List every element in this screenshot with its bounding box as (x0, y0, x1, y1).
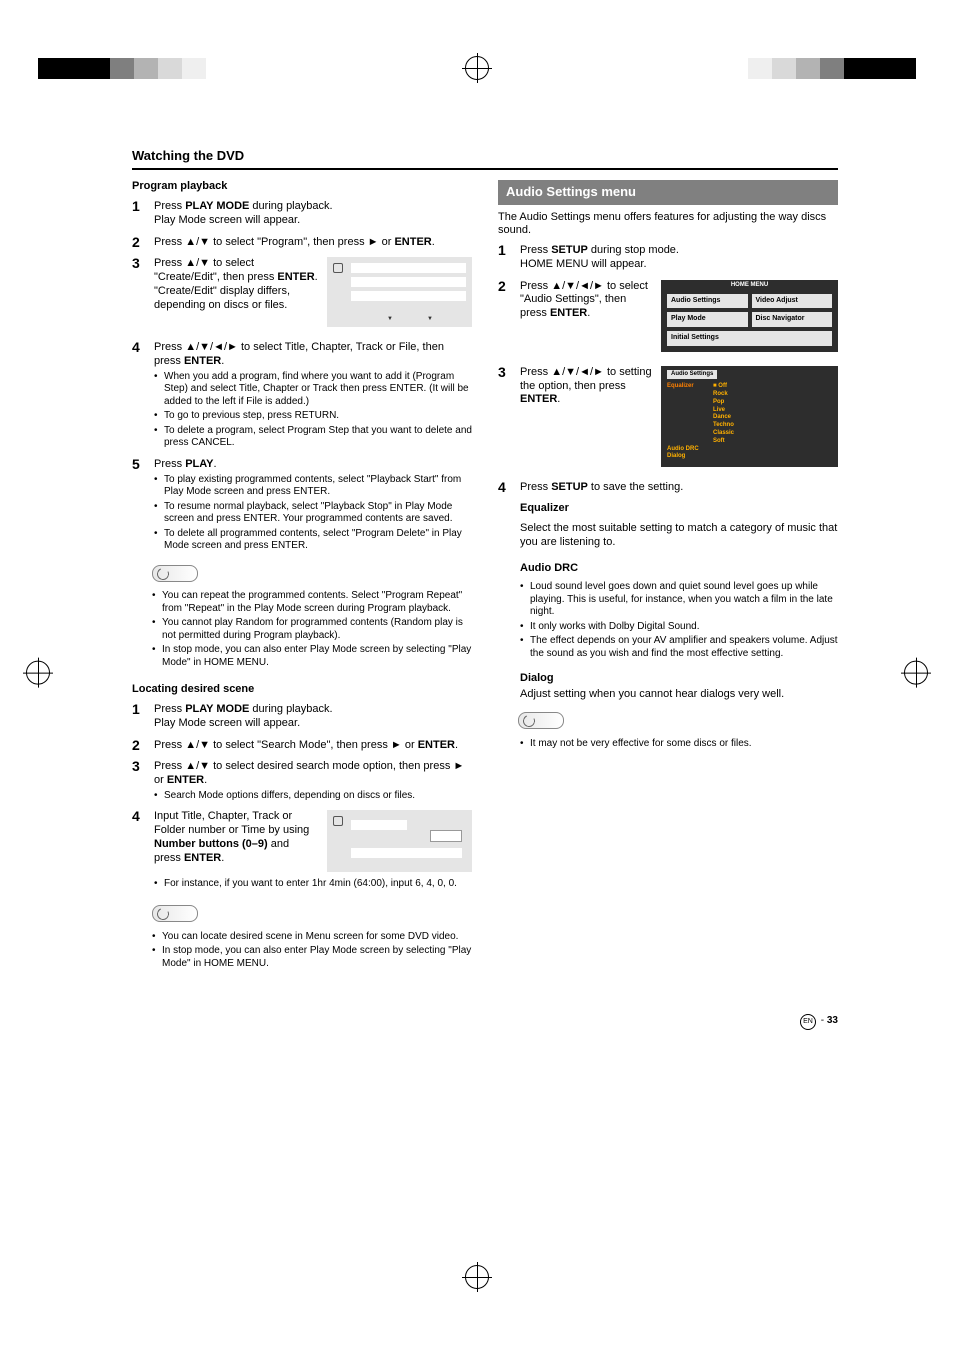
step-sub: HOME MENU will appear. (520, 258, 647, 270)
locating-steps: 1 Press PLAY MODE during playback. Play … (132, 703, 472, 893)
step-text: Press ▲/▼/◄/► to select "Audio Settings"… (520, 280, 648, 320)
registration-mark-icon (465, 1265, 489, 1294)
dialog-body: Adjust setting when you cannot hear dial… (520, 688, 838, 702)
bullet: When you add a program, find where you w… (154, 371, 472, 409)
audio-steps: 1 Press SETUP during stop mode. HOME MEN… (498, 244, 838, 494)
note-icon (518, 712, 564, 729)
bullet: Loud sound level goes down and quiet sou… (520, 581, 838, 619)
audio-drc-bullets: Loud sound level goes down and quiet sou… (520, 581, 838, 660)
osd-search-illustration (327, 810, 472, 872)
osd-create-edit-illustration: ▼ ▼ (327, 257, 472, 327)
step-number: 5 (132, 456, 140, 474)
step-text: Press ▲/▼/◄/► to setting the option, the… (520, 366, 652, 406)
note: In stop mode, you can also enter Play Mo… (152, 644, 472, 669)
audio-label-drc: Audio DRC (667, 446, 713, 454)
step-text: Press ▲/▼ to select "Program", then pres… (154, 236, 435, 248)
right-column: Audio Settings menu The Audio Settings m… (498, 180, 838, 972)
locating-notes: You can locate desired scene in Menu scr… (152, 931, 472, 971)
step-sub: Play Mode screen will appear. (154, 717, 300, 729)
step-number: 2 (132, 234, 140, 252)
left-column: Program playback 1 Press PLAY MODE durin… (132, 180, 472, 972)
step-text: Press ▲/▼ to select desired search mode … (154, 760, 464, 786)
step-number: 3 (498, 364, 506, 382)
bullet: Search Mode options differs, depending o… (154, 790, 472, 803)
step-bullets: When you add a program, find where you w… (154, 371, 472, 450)
step-text: Input Title, Chapter, Track or Folder nu… (154, 810, 309, 863)
bullet: To play existing programmed contents, se… (154, 474, 472, 499)
divider (132, 168, 838, 170)
step-number: 2 (498, 278, 506, 296)
note: In stop mode, you can also enter Play Mo… (152, 945, 472, 970)
program-notes: You can repeat the programmed contents. … (152, 590, 472, 669)
dialog-heading: Dialog (520, 672, 838, 686)
home-menu-osd: HOME MENU Audio Settings Video Adjust Pl… (661, 280, 838, 352)
step-bullets: To play existing programmed contents, se… (154, 474, 472, 553)
note-icon (152, 565, 198, 582)
step-text: Press PLAY. (154, 458, 217, 470)
page-number: EN - 33 (800, 1014, 838, 1030)
lang-badge: EN (800, 1014, 816, 1030)
home-menu-audio-settings: Audio Settings (667, 294, 748, 309)
home-menu-initial-settings: Initial Settings (667, 331, 832, 346)
note-icon (152, 905, 198, 922)
step-number: 1 (498, 242, 506, 260)
bullet: To resume normal playback, select "Playb… (154, 501, 472, 526)
audio-settings-title: Audio Settings menu (498, 180, 838, 204)
step-number: 4 (498, 479, 506, 497)
crop-marks-top-left (38, 58, 206, 79)
step-text: Press SETUP to save the setting. (520, 481, 683, 493)
audio-intro: The Audio Settings menu offers features … (498, 211, 838, 239)
step-text: Press PLAY MODE during playback. (154, 200, 333, 212)
step-sub: Play Mode screen will appear. (154, 214, 300, 226)
dialog-note: It may not be very effective for some di… (520, 738, 838, 751)
audio-panel-title: Audio Settings (667, 370, 717, 380)
step-text: Press ▲/▼ to select "Search Mode", then … (154, 739, 458, 751)
home-menu-disc-navigator: Disc Navigator (752, 312, 833, 327)
step-number: 1 (132, 701, 140, 719)
equalizer-body: Select the most suitable setting to matc… (520, 522, 838, 550)
step-number: 4 (132, 339, 140, 357)
note: You cannot play Random for programmed co… (152, 617, 472, 642)
equalizer-heading: Equalizer (520, 502, 838, 516)
step-number: 3 (132, 758, 140, 776)
home-menu-video-adjust: Video Adjust (752, 294, 833, 309)
bullet: For instance, if you want to enter 1hr 4… (154, 878, 472, 891)
bullet: To go to previous step, press RETURN. (154, 410, 472, 423)
home-menu-title: HOME MENU (731, 282, 768, 290)
step-number: 4 (132, 808, 140, 826)
note: You can repeat the programmed contents. … (152, 590, 472, 615)
step-number: 3 (132, 255, 140, 273)
step-number: 2 (132, 737, 140, 755)
program-playback-heading: Program playback (132, 180, 472, 194)
bullet: It only works with Dolby Digital Sound. (520, 621, 838, 634)
step-number: 1 (132, 198, 140, 216)
locating-heading: Locating desired scene (132, 683, 472, 697)
registration-mark-icon (904, 661, 928, 690)
bullet: To delete a program, select Program Step… (154, 425, 472, 450)
audio-label-equalizer: Equalizer (667, 383, 713, 445)
step-bullets: Search Mode options differs, depending o… (154, 790, 472, 803)
crop-marks-top-right (748, 58, 916, 79)
bullet: To delete all programmed contents, selec… (154, 528, 472, 553)
step-text: Press SETUP during stop mode. (520, 244, 679, 256)
page-content: Watching the DVD Program playback 1 Pres… (132, 148, 838, 972)
note: You can locate desired scene in Menu scr… (152, 931, 472, 944)
audio-label-dialog: Dialog (667, 453, 713, 461)
audio-drc-heading: Audio DRC (520, 562, 838, 576)
section-title: Watching the DVD (132, 148, 838, 164)
note: It may not be very effective for some di… (520, 738, 838, 751)
bullet: The effect depends on your AV amplifier … (520, 635, 838, 660)
audio-settings-osd: Audio Settings Equalizer ■ Off Rock Pop … (661, 366, 838, 467)
program-playback-steps: 1 Press PLAY MODE during playback. Play … (132, 200, 472, 553)
step-bullets: For instance, if you want to enter 1hr 4… (154, 878, 472, 891)
step-text: Press ▲/▼ to select "Create/Edit", then … (154, 257, 318, 310)
home-menu-play-mode: Play Mode (667, 312, 748, 327)
registration-mark-icon (26, 661, 50, 690)
step-text: Press PLAY MODE during playback. (154, 703, 333, 715)
registration-mark-icon (465, 56, 489, 85)
step-text: Press ▲/▼/◄/► to select Title, Chapter, … (154, 341, 444, 367)
